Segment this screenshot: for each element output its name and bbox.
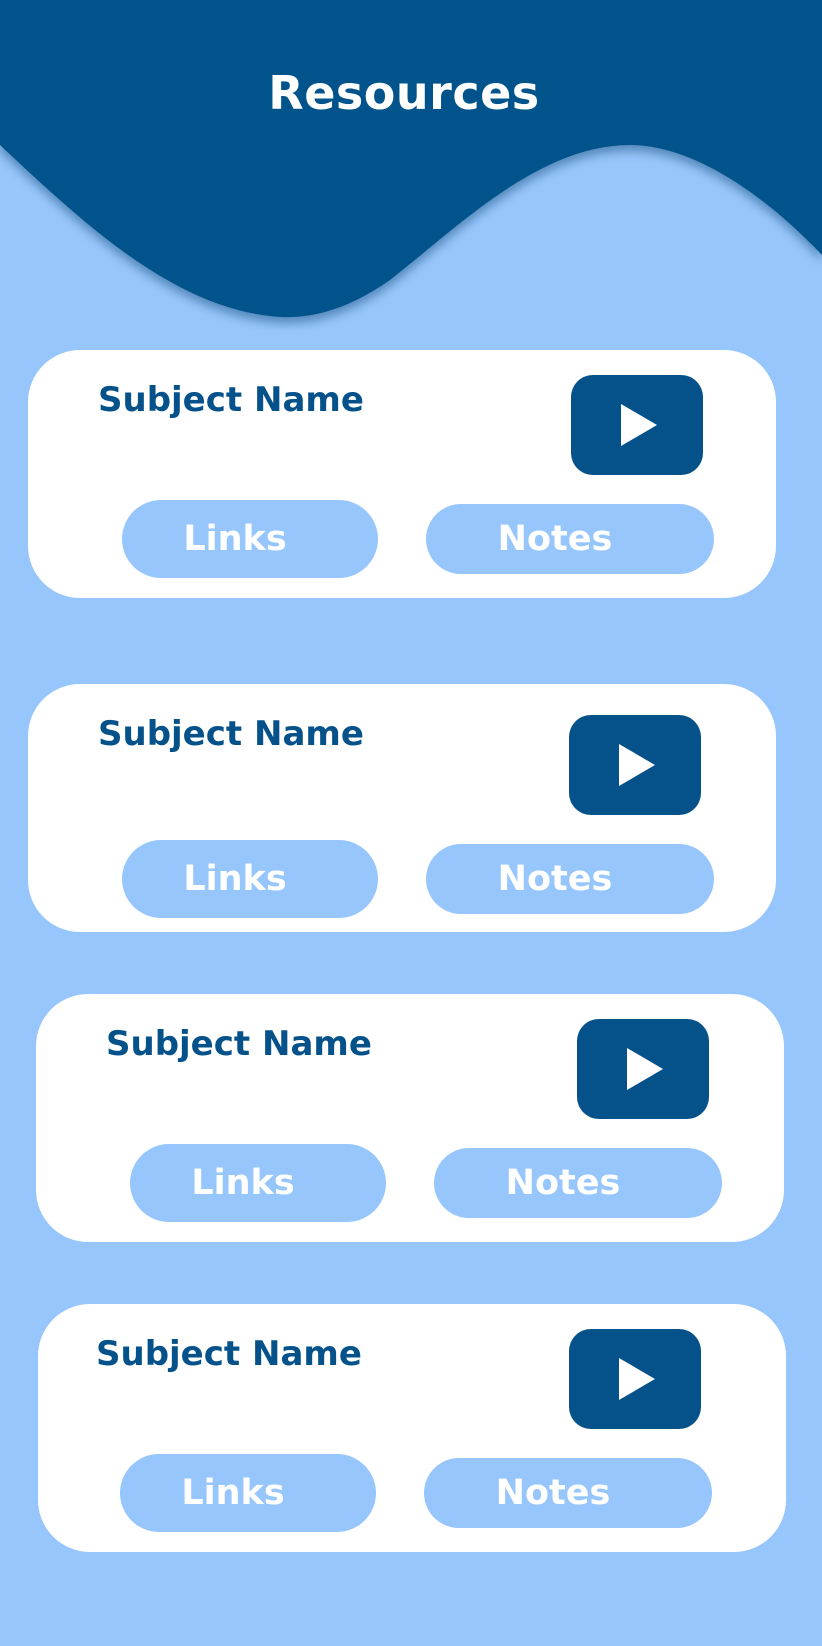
play-icon <box>621 404 657 446</box>
subject-card: Subject Name Links Notes <box>38 1304 786 1552</box>
page-title: Resources <box>268 66 540 120</box>
notes-button[interactable]: Notes <box>424 1458 712 1528</box>
subject-name: Subject Name <box>98 380 364 420</box>
subject-card: Subject Name Links Notes <box>36 994 784 1242</box>
video-button[interactable] <box>569 1329 701 1429</box>
subject-name: Subject Name <box>96 1334 362 1374</box>
subject-card: Subject Name Links Notes <box>28 684 776 932</box>
notes-button[interactable]: Notes <box>426 504 714 574</box>
links-button[interactable]: Links <box>122 840 378 918</box>
play-icon <box>627 1048 663 1090</box>
video-button[interactable] <box>577 1019 709 1119</box>
links-button[interactable]: Links <box>130 1144 386 1222</box>
subject-name: Subject Name <box>106 1024 372 1064</box>
subject-name: Subject Name <box>98 714 364 754</box>
play-icon <box>619 1358 655 1400</box>
video-button[interactable] <box>571 375 703 475</box>
header-wave <box>0 0 822 318</box>
play-icon <box>619 744 655 786</box>
video-button[interactable] <box>569 715 701 815</box>
links-button[interactable]: Links <box>122 500 378 578</box>
links-button[interactable]: Links <box>120 1454 376 1532</box>
subject-card: Subject Name Links Notes <box>28 350 776 598</box>
notes-button[interactable]: Notes <box>426 844 714 914</box>
notes-button[interactable]: Notes <box>434 1148 722 1218</box>
